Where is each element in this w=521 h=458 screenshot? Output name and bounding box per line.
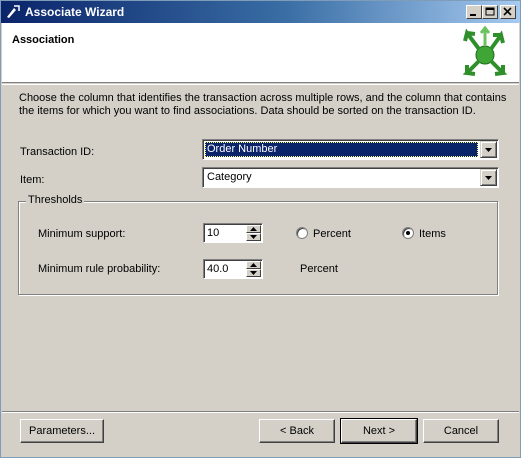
next-button[interactable]: Next > xyxy=(340,418,418,444)
close-icon xyxy=(503,7,512,16)
support-percent-radio[interactable] xyxy=(296,227,308,239)
min-rule-probability-spinner[interactable]: 40.0 xyxy=(203,259,263,279)
item-dropdown-button[interactable] xyxy=(480,169,497,186)
item-value: Category xyxy=(207,171,252,183)
footer-separator-highlight xyxy=(2,412,519,413)
wizard-header: Association xyxy=(2,23,519,83)
thresholds-group xyxy=(18,201,498,295)
support-percent-label: Percent xyxy=(313,228,351,240)
maximize-icon xyxy=(485,7,495,16)
close-button[interactable] xyxy=(500,5,516,19)
chevron-down-icon xyxy=(250,271,257,275)
page-title: Association xyxy=(12,34,75,46)
min-rule-probability-up-button[interactable] xyxy=(246,261,261,269)
min-support-up-button[interactable] xyxy=(246,225,261,233)
support-items-label: Items xyxy=(419,228,446,240)
transaction-id-label: Transaction ID: xyxy=(20,146,95,158)
transaction-id-dropdown-button[interactable] xyxy=(480,141,497,158)
instructions-text: Choose the column that identifies the tr… xyxy=(19,92,507,117)
thresholds-title: Thresholds xyxy=(26,194,85,206)
minimize-icon xyxy=(470,14,476,16)
min-support-down-button[interactable] xyxy=(246,233,261,241)
back-button[interactable]: < Back xyxy=(259,419,335,443)
chevron-down-icon xyxy=(485,148,492,152)
item-combo[interactable]: Category xyxy=(202,167,499,188)
min-support-label: Minimum support: xyxy=(38,228,126,240)
min-rule-probability-unit: Percent xyxy=(300,263,338,275)
min-rule-probability-value: 40.0 xyxy=(207,263,229,275)
chevron-down-icon xyxy=(250,235,257,239)
title-bar[interactable]: Associate Wizard xyxy=(1,1,520,23)
window-title: Associate Wizard xyxy=(25,5,125,19)
maximize-button[interactable] xyxy=(482,5,498,19)
minimize-button[interactable] xyxy=(466,5,482,19)
min-rule-probability-down-button[interactable] xyxy=(246,269,261,277)
chevron-up-icon xyxy=(250,263,257,267)
min-support-spin-buttons xyxy=(246,225,261,241)
header-separator xyxy=(2,84,519,85)
min-support-value: 10 xyxy=(207,227,220,239)
chevron-down-icon xyxy=(485,176,492,180)
wizard-window: Associate Wizard Association Choose the … xyxy=(0,0,521,458)
parameters-button[interactable]: Parameters... xyxy=(20,419,104,443)
min-rule-probability-label: Minimum rule probability: xyxy=(38,263,161,275)
item-label: Item: xyxy=(20,174,45,186)
support-items-radio[interactable] xyxy=(402,227,414,239)
transaction-id-combo[interactable]: Order Number xyxy=(202,139,499,160)
cancel-button[interactable]: Cancel xyxy=(423,419,499,443)
chevron-up-icon xyxy=(250,227,257,231)
min-rule-probability-spin-buttons xyxy=(246,261,261,277)
transaction-id-value: Order Number xyxy=(205,142,478,157)
min-support-spinner[interactable]: 10 xyxy=(203,223,263,243)
wizard-arrows-icon xyxy=(462,25,508,76)
wizard-app-icon xyxy=(7,5,20,18)
radio-selected-dot xyxy=(406,231,410,235)
